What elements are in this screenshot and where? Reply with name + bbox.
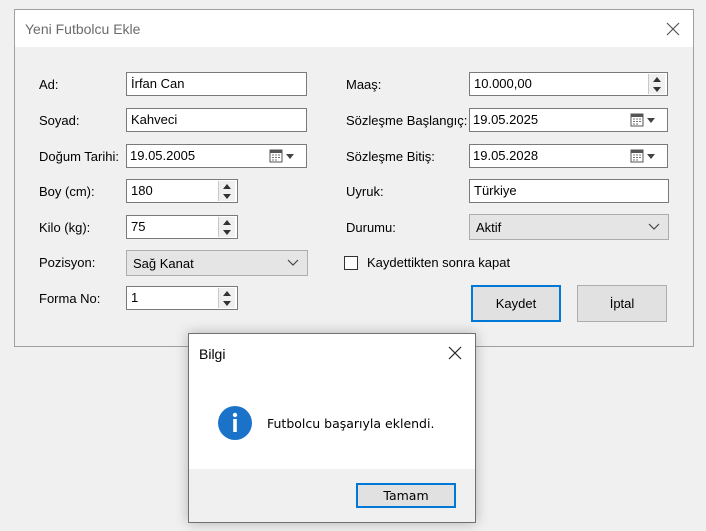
spin-down-button[interactable] (219, 191, 235, 201)
spin-up-button[interactable] (219, 217, 235, 227)
caret-down-icon (223, 300, 231, 306)
spin-up-button[interactable] (649, 74, 665, 84)
window-close-button[interactable] (659, 15, 687, 43)
uyruk-label: Uyruk: (346, 184, 384, 199)
dialog-title: Bilgi (199, 346, 226, 362)
forma-no-label: Forma No: (39, 291, 101, 306)
spin-down-button[interactable] (219, 298, 235, 308)
sozlesme-baslangic-picker[interactable]: 19.05.2025 (469, 108, 668, 132)
pozisyon-dropdown[interactable]: Sağ Kanat (126, 250, 308, 276)
forma-no-value: 1 (131, 290, 139, 305)
dialog-message: Futbolcu başarıyla eklendi. (267, 416, 435, 431)
caret-down-icon (223, 229, 231, 235)
sozlesme-baslangic-label: Sözleşme Başlangıç: (346, 113, 468, 128)
dogum-tarihi-label: Doğum Tarihi: (39, 149, 119, 164)
save-button[interactable]: Kaydet (471, 285, 561, 322)
caret-up-icon (223, 290, 231, 296)
dialog-close-button[interactable] (441, 339, 469, 367)
window-title: Yeni Futbolcu Ekle (25, 21, 141, 37)
save-button-label: Kaydet (495, 296, 537, 311)
calendar-dropdown-icon[interactable] (630, 149, 660, 163)
boy-label: Boy (cm): (39, 184, 95, 199)
close-icon (666, 22, 680, 36)
dogum-tarihi-picker[interactable]: 19.05.2005 (126, 144, 307, 168)
kilo-stepper[interactable]: 75 (126, 215, 238, 239)
forma-no-spin-buttons (218, 288, 236, 308)
caret-up-icon (223, 183, 231, 189)
forma-no-stepper[interactable]: 1 (126, 286, 238, 310)
ok-button-label: Tamam (383, 488, 429, 503)
sozlesme-bitis-value: 19.05.2028 (473, 148, 539, 163)
ok-button[interactable]: Tamam (356, 483, 456, 508)
sozlesme-baslangic-value: 19.05.2025 (473, 112, 539, 127)
caret-up-icon (223, 219, 231, 225)
durumu-value: Aktif (476, 220, 502, 235)
close-after-save-checkbox[interactable] (344, 256, 358, 270)
spin-up-button[interactable] (219, 288, 235, 298)
spin-up-button[interactable] (219, 181, 235, 191)
chevron-down-icon (287, 259, 299, 266)
caret-up-icon (653, 76, 661, 82)
soyad-label: Soyad: (39, 113, 80, 128)
sozlesme-bitis-picker[interactable]: 19.05.2028 (469, 144, 668, 168)
maas-value: 10.000,00 (474, 76, 532, 91)
durumu-dropdown[interactable]: Aktif (469, 214, 669, 240)
info-icon (218, 406, 252, 440)
title-bar: Yeni Futbolcu Ekle (15, 10, 693, 47)
boy-stepper[interactable]: 180 (126, 179, 238, 203)
dialog-footer: Tamam (189, 469, 475, 522)
calendar-dropdown-icon[interactable] (630, 113, 660, 127)
chevron-down-icon (648, 223, 660, 230)
sozlesme-bitis-label: Sözleşme Bitiş: (346, 149, 435, 164)
cancel-button[interactable]: İptal (577, 285, 667, 322)
message-dialog: Bilgi Futbolcu başarıyla eklendi. Tamam (188, 333, 476, 523)
close-icon (448, 346, 462, 360)
spin-down-button[interactable] (219, 227, 235, 237)
pozisyon-label: Pozisyon: (39, 255, 96, 270)
main-window: Yeni Futbolcu Ekle Ad: Soyad: Doğum Tari… (14, 9, 694, 347)
durumu-label: Durumu: (346, 220, 396, 235)
ad-label: Ad: (39, 77, 59, 92)
maas-spin-buttons (648, 74, 666, 94)
ad-input[interactable]: İrfan Can (126, 72, 307, 96)
kilo-label: Kilo (kg): (39, 220, 91, 235)
dogum-tarihi-value: 19.05.2005 (130, 148, 196, 163)
caret-down-icon (653, 86, 661, 92)
uyruk-input[interactable]: Türkiye (469, 179, 669, 203)
boy-spin-buttons (218, 181, 236, 201)
kilo-spin-buttons (218, 217, 236, 237)
caret-down-icon (223, 193, 231, 199)
close-after-save-label[interactable]: Kaydettikten sonra kapat (367, 255, 510, 270)
maas-label: Maaş: (346, 77, 382, 92)
spin-down-button[interactable] (649, 84, 665, 94)
calendar-dropdown-icon[interactable] (269, 149, 299, 163)
kilo-value: 75 (131, 219, 146, 234)
soyad-input[interactable]: Kahveci (126, 108, 307, 132)
maas-stepper[interactable]: 10.000,00 (469, 72, 668, 96)
pozisyon-value: Sağ Kanat (133, 256, 194, 271)
boy-value: 180 (131, 183, 153, 198)
cancel-button-label: İptal (609, 296, 635, 311)
